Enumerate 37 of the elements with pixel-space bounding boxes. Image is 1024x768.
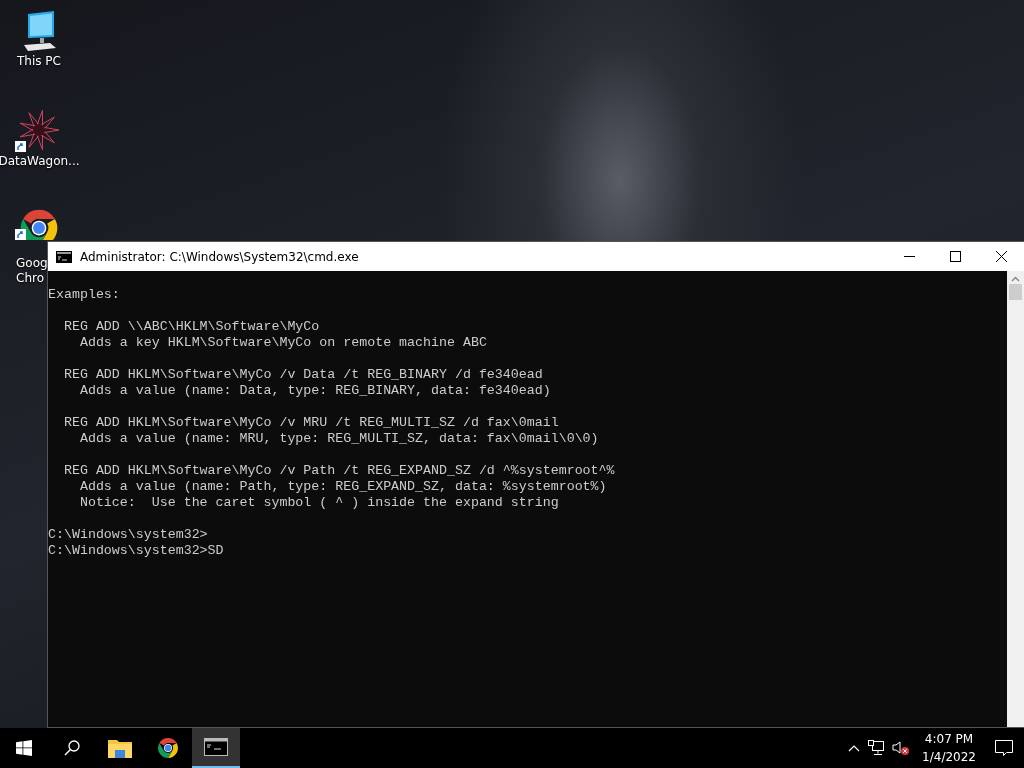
console-line: Adds a value (name: MRU, type: REG_MULTI_SZ, data: fax\0mail\0\0): [78, 431, 600, 447]
console-line: REG ADD HKLM\Software\MyCo /v MRU /t REG_MULTI_SZ /d fax\0mail: [62, 415, 560, 431]
scrollbar-thumb[interactable]: [1009, 284, 1022, 300]
console-line: REG ADD \\ABC\HKLM\Software\MyCo: [62, 319, 321, 335]
chevron-up-icon[interactable]: [848, 744, 861, 752]
folder-icon: [108, 738, 132, 758]
chrome-logo-icon: [156, 736, 180, 760]
console-line: Adds a value (name: Path, type: REG_EXPAND_SZ, data: %systemroot%): [78, 479, 608, 495]
window-title: Administrator: C:\Windows\System32\cmd.exe: [80, 249, 360, 264]
star-pattern-icon: [17, 108, 61, 152]
scroll-up-icon[interactable]: [1011, 276, 1020, 282]
console-icon: [204, 738, 228, 756]
desktop-icon-label: Goog Chro: [16, 256, 48, 286]
console-line: C:\Windows\system32>: [48, 527, 209, 543]
desktop-icon-label: DataWagon...: [0, 154, 80, 169]
clock[interactable]: 4:07 PM 1/4/2022: [922, 730, 976, 766]
speech-bubble-icon: [995, 739, 1013, 757]
console-line: C:\Windows\system32>SD: [48, 543, 225, 559]
console-line: REG ADD HKLM\Software\MyCo /v Path /t REG_EXPAND_SZ /d ^%systemroot^%: [62, 463, 616, 479]
windows-logo-icon: [16, 740, 32, 756]
console-line: REG ADD HKLM\Software\MyCo /v Data /t REG_BINARY /d fe340ead: [62, 367, 544, 383]
console-line: Examples:: [48, 287, 121, 303]
network-icon[interactable]: [868, 740, 885, 756]
time-text: 4:07 PM: [924, 731, 974, 748]
close-icon: [995, 251, 1007, 262]
date-text: 1/4/2022: [922, 749, 976, 766]
scrollbar[interactable]: [1007, 271, 1024, 727]
search-icon: [64, 740, 80, 756]
minimize-icon: [903, 256, 915, 257]
console-line: Adds a key HKLM\Software\MyCo on remote machine ABC: [78, 335, 488, 351]
maximize-icon: [949, 251, 961, 262]
desktop-icon-label: This PC: [17, 54, 61, 69]
taskbar-app-button[interactable]: [192, 728, 240, 768]
console-line: Notice: Use the caret symbol ( ^ ) inside the expand string: [78, 495, 560, 511]
console-line: Adds a value (name: Data, type: REG_BINARY, data: fe340ead): [78, 383, 552, 399]
console-icon: [56, 250, 72, 263]
muted-speaker-icon[interactable]: [892, 740, 911, 756]
